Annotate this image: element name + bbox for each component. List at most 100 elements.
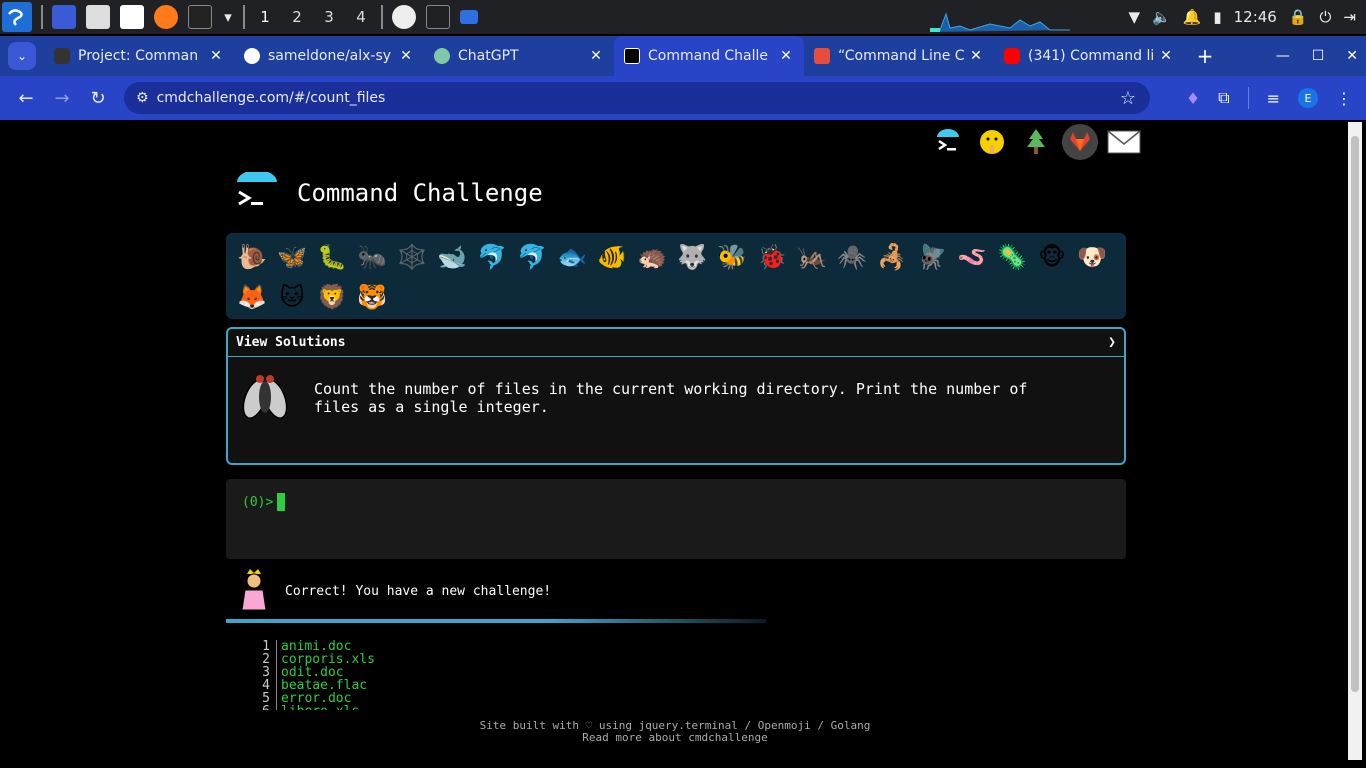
workspace-2[interactable]: 2 xyxy=(281,8,313,26)
tab-youtube[interactable]: (341) Command li ✕ xyxy=(994,36,1184,76)
site-settings-icon[interactable]: ⚙ xyxy=(136,90,149,106)
close-icon[interactable]: ✕ xyxy=(1158,48,1174,64)
extension-flame-icon[interactable]: ♦ xyxy=(1186,89,1200,108)
address-bar[interactable]: ⚙ cmdchallenge.com/#/count_files ☆ xyxy=(124,82,1150,114)
power-icon[interactable]: ⏻ xyxy=(1320,8,1332,26)
line-number: 1 xyxy=(245,640,277,653)
challenge-animal-icon[interactable]: 🦁 xyxy=(312,277,352,317)
notification-bell-icon[interactable]: 🔔 xyxy=(1183,8,1202,26)
result-message: Correct! You have a new challenge! xyxy=(237,568,551,614)
challenge-animal-icon[interactable]: 🐟 xyxy=(552,237,592,277)
challenge-animal-icon[interactable]: 🐋 xyxy=(432,237,472,277)
minimize-icon[interactable]: — xyxy=(1276,48,1290,64)
view-solutions-toggle[interactable]: View Solutions ❯ xyxy=(228,329,1124,357)
terminal-prompt: (0)> xyxy=(242,495,274,510)
challenge-animal-icon[interactable]: 🦂 xyxy=(872,237,912,277)
terminal-launcher-icon[interactable] xyxy=(188,5,212,29)
url-text[interactable]: cmdchallenge.com/#/count_files xyxy=(157,90,386,106)
taskbar-separator xyxy=(243,5,245,29)
tree-icon[interactable] xyxy=(1018,124,1054,160)
screenshot-tool-icon[interactable] xyxy=(460,10,478,24)
menu-kebab-icon[interactable]: ⋮ xyxy=(1336,89,1352,108)
close-window-icon[interactable]: ✕ xyxy=(1346,48,1358,64)
challenge-animal-icon[interactable]: 🐶 xyxy=(1072,237,1112,277)
wifi-icon[interactable]: ▼ xyxy=(1128,8,1140,26)
site-title[interactable]: Command Challenge xyxy=(297,179,543,207)
challenge-animal-icon[interactable]: 🕸️ xyxy=(392,237,432,277)
terminal-favicon-icon xyxy=(624,48,640,64)
challenge-animal-icon[interactable]: 🦋 xyxy=(272,237,312,277)
challenge-animal-icon[interactable]: 🐛 xyxy=(312,237,352,277)
terminal-cursor[interactable] xyxy=(277,492,286,511)
challenge-animal-icon[interactable]: 🦊 xyxy=(232,277,272,317)
media-controls-icon[interactable]: ≡ xyxy=(1267,89,1280,108)
scrollbar-thumb[interactable] xyxy=(1351,136,1359,692)
terminal-window-icon[interactable] xyxy=(426,5,450,29)
envelope-icon[interactable] xyxy=(1106,124,1142,160)
site-logo-icon[interactable] xyxy=(235,170,279,214)
close-icon[interactable]: ✕ xyxy=(208,48,224,64)
close-icon[interactable]: ✕ xyxy=(398,48,414,64)
challenge-animal-icon[interactable]: 🐬 xyxy=(512,237,552,277)
challenge-animal-icon[interactable]: 🐞 xyxy=(752,237,792,277)
firefox-icon[interactable] xyxy=(154,5,178,29)
workspace-3[interactable]: 3 xyxy=(313,8,345,26)
challenge-animal-icon[interactable]: 🕷️ xyxy=(832,237,872,277)
new-tab-button[interactable]: + xyxy=(1190,44,1220,68)
challenge-animal-icon[interactable]: 🦔 xyxy=(632,237,672,277)
desktop-icon[interactable] xyxy=(52,5,76,29)
tab-github[interactable]: sameldone/alx-sy ✕ xyxy=(234,36,424,76)
volume-icon[interactable]: 🔈 xyxy=(1152,8,1171,26)
challenge-animal-icon[interactable]: 🐵 xyxy=(1032,237,1072,277)
challenge-animal-icon[interactable]: 🐬 xyxy=(472,237,512,277)
bookmark-star-icon[interactable]: ☆ xyxy=(1120,88,1136,109)
challenge-animal-icon[interactable]: 🐌 xyxy=(232,237,272,277)
tab-command-challenge[interactable]: Command Challe ✕ xyxy=(614,36,804,76)
shushing-face-icon[interactable] xyxy=(974,124,1010,160)
close-icon[interactable]: ✕ xyxy=(968,48,984,64)
line-number: 4 xyxy=(245,679,277,692)
chevron-down-icon[interactable]: ▾ xyxy=(222,5,234,29)
back-icon[interactable]: ← xyxy=(8,88,44,109)
kde-menu-icon[interactable] xyxy=(2,2,32,32)
challenge-animal-icon[interactable]: 🪱 xyxy=(952,237,992,277)
challenge-animal-icon[interactable]: 🐺 xyxy=(672,237,712,277)
workspace-4[interactable]: 4 xyxy=(345,8,377,26)
chrome-icon[interactable] xyxy=(392,5,416,29)
tab-project[interactable]: Project: Comman ✕ xyxy=(44,36,234,76)
close-icon[interactable]: ✕ xyxy=(588,48,604,64)
challenge-animal-icon[interactable]: 🐝 xyxy=(712,237,752,277)
tab-command-line[interactable]: “Command Line C ✕ xyxy=(804,36,994,76)
challenge-animal-bar: 🐌 🦋 🐛 🐜 🕸️ 🐋 🐬 🐬 🐟 🐠 🦔 🐺 🐝 🐞 🦗 🕷️ 🦂 🪰 🪱 🦠 🐵 🐶 🦊 🐱 🦁 🐯 xyxy=(226,233,1126,319)
workspace-1[interactable]: 1 xyxy=(249,8,281,26)
toolbar-right: ♦ ⧉ ≡ E ⋮ xyxy=(1186,76,1352,120)
challenge-animal-icon[interactable]: 🦠 xyxy=(992,237,1032,277)
maximize-icon[interactable]: ☐ xyxy=(1312,48,1325,64)
file-manager-icon[interactable] xyxy=(86,5,110,29)
tab-search-button[interactable]: ⌄ xyxy=(8,42,36,70)
challenge-animal-icon[interactable]: 🐠 xyxy=(592,237,632,277)
logout-icon[interactable]: ⇥ xyxy=(1343,8,1356,26)
close-icon[interactable]: ✕ xyxy=(778,48,794,64)
reload-icon[interactable]: ↻ xyxy=(80,88,116,109)
challenge-animal-icon[interactable]: 🐱 xyxy=(272,277,312,317)
window-controls: — ☐ ✕ xyxy=(1276,36,1358,76)
chevron-right-icon: ❯ xyxy=(1108,335,1116,350)
tab-chatgpt[interactable]: ChatGPT ✕ xyxy=(424,36,614,76)
terminal-icon[interactable] xyxy=(930,124,966,160)
challenge-animal-icon[interactable]: 🦗 xyxy=(792,237,832,277)
challenge-animal-icon[interactable]: 🪰 xyxy=(912,237,952,277)
page-scrollbar[interactable] xyxy=(1348,122,1362,760)
battery-icon[interactable]: ▮ xyxy=(1213,8,1221,26)
terminal[interactable]: (0)> xyxy=(226,479,1126,559)
clock[interactable]: 12:46 xyxy=(1234,8,1277,26)
profile-avatar[interactable]: E xyxy=(1298,88,1318,108)
challenge-animal-icon[interactable]: 🐯 xyxy=(352,277,392,317)
challenge-animal-icon[interactable]: 🐜 xyxy=(352,237,392,277)
footer-read-more-link[interactable]: Read more about cmdchallenge xyxy=(325,732,1025,744)
text-editor-icon[interactable] xyxy=(120,5,144,29)
gitlab-icon[interactable] xyxy=(1062,124,1098,160)
forward-icon[interactable]: → xyxy=(44,88,80,109)
lock-icon[interactable]: 🔒 xyxy=(1289,8,1308,26)
extensions-puzzle-icon[interactable]: ⧉ xyxy=(1218,88,1229,108)
